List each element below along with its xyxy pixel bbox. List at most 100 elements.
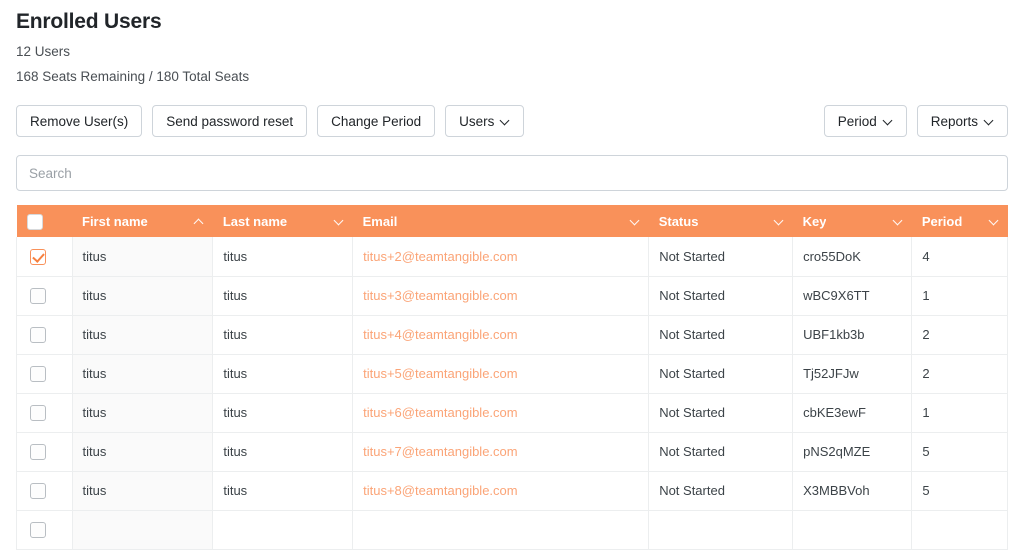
cell-key: Tj52JFJw [792,354,913,394]
search-container [0,155,1024,192]
period-dropdown-button[interactable]: Period [823,105,907,138]
cell-status: Not Started [648,237,794,277]
chevron-down-icon [990,217,999,226]
row-select-checkbox[interactable] [30,444,46,461]
cell-key: cro55DoK [792,237,913,277]
chevron-up-icon [195,217,204,226]
row-select-cell [16,432,73,472]
chevron-down-icon [884,117,893,126]
cell-email[interactable]: titus+2@teamtangible.com [352,237,650,277]
toolbar-right-group: Period Reports [823,105,1008,138]
column-header-last-name-label: Last name [222,213,288,229]
remove-users-label: Remove User(s) [30,113,129,129]
users-dropdown-button[interactable]: Users [445,105,525,138]
table-row[interactable]: titus titus titus+6@teamtangible.com Not St… [16,393,1008,433]
cell-status: Not Started [648,432,794,472]
send-password-reset-button[interactable]: Send password reset [152,105,308,138]
row-select-cell [16,393,73,433]
cell-last-name: titus [212,315,354,355]
cell-key: X3MBBVoh [792,471,913,511]
cell-last-name: titus [212,432,354,472]
chevron-down-icon [894,217,903,226]
row-select-checkbox[interactable] [30,405,46,422]
column-header-first-name-label: First name [82,213,148,229]
table-body: titus titus titus+2@teamtangible.com Not St… [16,237,1008,550]
page-header: Enrolled Users 12 Users 168 Seats Remain… [0,0,1024,85]
cell-email[interactable]: titus+4@teamtangible.com [352,315,650,355]
column-header-status[interactable]: Status [648,205,793,238]
table-row[interactable]: titus titus titus+7@teamtangible.com Not St… [16,432,1008,472]
cell-email[interactable]: titus+5@teamtangible.com [352,354,650,394]
table-header-row: First name Last name Email Status Key Pe… [16,205,1008,238]
cell-email[interactable]: titus+8@teamtangible.com [352,471,650,511]
table-row[interactable]: titus titus titus+3@teamtangible.com Not St… [16,276,1008,316]
cell-first-name: titus [72,432,214,472]
cell-period: 4 [911,237,1008,277]
page-title: Enrolled Users [16,10,162,33]
select-all-checkbox[interactable] [26,213,43,230]
row-select-checkbox[interactable] [30,327,46,344]
cell-email[interactable]: titus+3@teamtangible.com [352,276,650,316]
column-header-email[interactable]: Email [352,205,649,238]
row-select-cell [16,510,73,550]
column-header-last-name[interactable]: Last name [212,205,353,238]
chevron-down-icon [631,217,640,226]
search-input[interactable] [16,155,1008,192]
cell-period: 5 [911,432,1008,472]
table-row[interactable] [16,510,1008,550]
remove-users-button[interactable]: Remove User(s) [16,105,143,138]
cell-status: Not Started [648,276,794,316]
cell-key: pNS2qMZE [792,432,913,472]
cell-status: Not Started [648,471,794,511]
table-row[interactable]: titus titus titus+8@teamtangible.com Not St… [16,471,1008,511]
user-count-text: 12 Users [16,44,71,60]
row-select-checkbox[interactable] [30,366,46,383]
chevron-down-icon [501,117,510,126]
cell-period: 5 [911,471,1008,511]
cell-status: Not Started [648,354,794,394]
cell-last-name: titus [212,354,354,394]
column-header-email-label: Email [362,213,398,229]
row-select-checkbox[interactable] [30,483,46,500]
cell-key: cbKE3ewF [792,393,913,433]
table-row[interactable]: titus titus titus+2@teamtangible.com Not St… [16,237,1008,277]
period-dropdown-label: Period [837,113,877,129]
send-password-reset-label: Send password reset [166,113,294,129]
column-header-key-label: Key [802,213,827,229]
column-header-period[interactable]: Period [911,205,1008,238]
cell-period: 2 [911,315,1008,355]
cell-email[interactable] [352,510,650,550]
enrolled-users-page: Enrolled Users 12 Users 168 Seats Remain… [0,0,1024,550]
table-row[interactable]: titus titus titus+5@teamtangible.com Not St… [16,354,1008,394]
column-header-key[interactable]: Key [792,205,912,238]
seats-remaining-text: 168 Seats Remaining / 180 Total Seats [16,69,250,85]
cell-last-name: titus [212,393,354,433]
cell-key: UBF1kb3b [792,315,913,355]
column-header-status-label: Status [658,213,699,229]
cell-email[interactable]: titus+6@teamtangible.com [352,393,650,433]
cell-period [911,510,1008,550]
row-select-cell [16,354,73,394]
cell-status: Not Started [648,393,794,433]
cell-status: Not Started [648,315,794,355]
cell-first-name: titus [72,354,214,394]
row-select-checkbox[interactable] [30,522,46,539]
cell-status [648,510,794,550]
row-select-cell [16,276,73,316]
reports-dropdown-label: Reports [930,113,978,129]
table-header: First name Last name Email Status Key Pe… [16,205,1008,238]
chevron-down-icon [985,117,994,126]
cell-first-name: titus [72,393,214,433]
cell-last-name: titus [212,276,354,316]
reports-dropdown-button[interactable]: Reports [916,105,1008,138]
column-header-period-label: Period [921,213,963,229]
row-select-checkbox[interactable] [30,249,46,265]
change-period-button[interactable]: Change Period [317,105,436,138]
row-select-checkbox[interactable] [30,288,46,305]
table-row[interactable]: titus titus titus+4@teamtangible.com Not St… [16,315,1008,355]
cell-email[interactable]: titus+7@teamtangible.com [352,432,650,472]
cell-key: wBC9X6TT [792,276,913,316]
column-header-first-name[interactable]: First name [72,205,213,238]
cell-last-name: titus [212,471,354,511]
toolbar-left-group: Remove User(s) Send password reset Chang… [16,105,525,138]
